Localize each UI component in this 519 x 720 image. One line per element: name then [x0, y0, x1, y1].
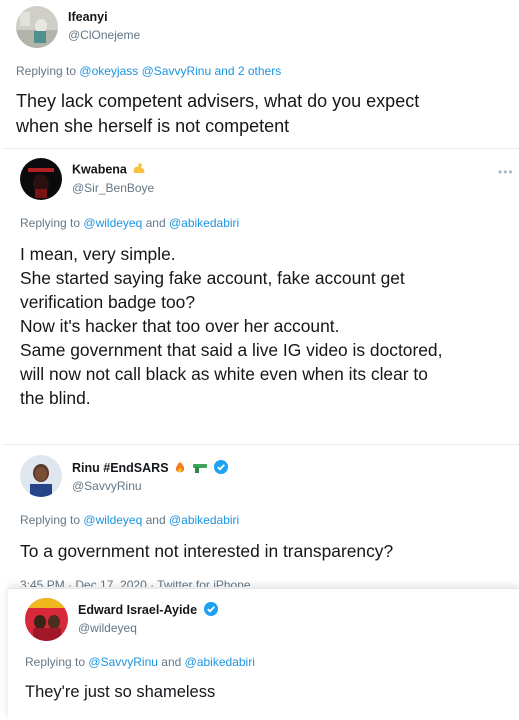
tweet-line: They lack competent advisers, what do yo… — [16, 91, 420, 111]
replying-to-label: Replying to — [20, 216, 81, 230]
and-label: and — [161, 655, 182, 669]
user-handle[interactable]: @SavvyRinu — [72, 479, 142, 493]
avatar[interactable] — [20, 158, 62, 200]
avatar[interactable] — [20, 455, 62, 497]
user-handle[interactable]: @wildeyeq — [78, 621, 137, 635]
mention-link[interactable]: @wildeyeq — [83, 216, 142, 230]
display-name-text: Rinu #EndSARS — [72, 460, 169, 475]
verified-badge-icon — [214, 460, 228, 477]
avatar-photo — [16, 6, 58, 48]
avatar[interactable] — [25, 598, 68, 641]
replying-to: Replying to @okeyjass @SavvyRinu and 2 o… — [16, 64, 281, 78]
user-handle[interactable]: @ClOnejeme — [68, 28, 140, 42]
tweet-card[interactable]: Rinu #EndSARS @SavvyRinu Replying to @wi… — [3, 444, 519, 587]
avatar[interactable] — [16, 6, 58, 48]
others-link[interactable]: and 2 others — [214, 64, 281, 78]
replying-to-label: Replying to — [16, 64, 77, 78]
replying-to-label: Replying to — [25, 655, 86, 669]
tweet-line: I mean, very simple. — [20, 244, 176, 264]
display-name[interactable]: Kwabena — [72, 162, 146, 178]
tweet-text: I mean, very simple. She started saying … — [20, 242, 442, 410]
tweet-line: verification badge too? — [20, 292, 195, 313]
tweet-line: She started saying fake account, fake ac… — [20, 268, 405, 289]
replying-to: Replying to @wildeyeq and @abikedabiri — [20, 513, 239, 527]
and-label: and — [145, 216, 166, 230]
tweet-line: To a government not interested in transp… — [20, 541, 394, 561]
tweet-line: will now not call black as white even wh… — [20, 364, 428, 385]
display-name[interactable]: Edward Israel-Ayide — [78, 602, 218, 619]
avatar-photo — [20, 158, 62, 200]
tweet-card[interactable]: Edward Israel-Ayide @wildeyeq Replying t… — [8, 588, 519, 720]
tweet-text: To a government not interested in transp… — [20, 539, 393, 563]
display-name[interactable]: Ifeanyi — [68, 10, 108, 24]
replying-to: Replying to @wildeyeq and @abikedabiri — [20, 216, 239, 230]
replying-to-label: Replying to — [20, 513, 81, 527]
tweet-line: They're just so shameless — [25, 683, 216, 701]
more-options-icon[interactable]: ••• — [498, 165, 514, 179]
fire-emoji — [174, 460, 186, 477]
mention-link[interactable]: @wildeyeq — [83, 513, 142, 527]
avatar-photo — [25, 598, 68, 641]
mention-link[interactable]: @okeyjass @SavvyRinu — [79, 64, 211, 78]
tweet-card[interactable]: Ifeanyi @ClOnejeme Replying to @okeyjass… — [0, 0, 519, 146]
tweet-line: Now it's hacker that too over her accoun… — [20, 316, 340, 337]
tweet-text: They're just so shameless — [25, 681, 215, 704]
mention-link[interactable]: @abikedabiri — [169, 216, 239, 230]
display-name-text: Kwabena — [72, 162, 127, 177]
user-handle[interactable]: @Sir_BenBoye — [72, 181, 154, 195]
tweet-text: They lack competent advisers, what do yo… — [16, 89, 419, 139]
mention-link[interactable]: @SavvyRinu — [88, 655, 158, 669]
display-name[interactable]: Rinu #EndSARS — [72, 460, 228, 477]
flexed-biceps-emoji — [132, 162, 146, 178]
tweet-line: the blind. — [20, 388, 91, 409]
tweet-line: when she herself is not competent — [16, 115, 290, 136]
display-name-text: Edward Israel-Ayide — [78, 602, 198, 617]
replying-to: Replying to @SavvyRinu and @abikedabiri — [25, 655, 255, 669]
mention-link[interactable]: @abikedabiri — [169, 513, 239, 527]
mention-link[interactable]: @abikedabiri — [185, 655, 255, 669]
tweet-line: Same government that said a live IG vide… — [20, 340, 443, 361]
verified-badge-icon — [203, 602, 218, 619]
tweet-timestamp: 3:45 PM · Dec 17, 2020 · Twitter for iPh… — [20, 578, 251, 587]
and-label: and — [145, 513, 166, 527]
gun-emoji — [192, 462, 208, 476]
avatar-photo — [20, 455, 62, 497]
tweet-card[interactable]: Kwabena @Sir_BenBoye ••• Replying to @wi… — [3, 148, 519, 443]
